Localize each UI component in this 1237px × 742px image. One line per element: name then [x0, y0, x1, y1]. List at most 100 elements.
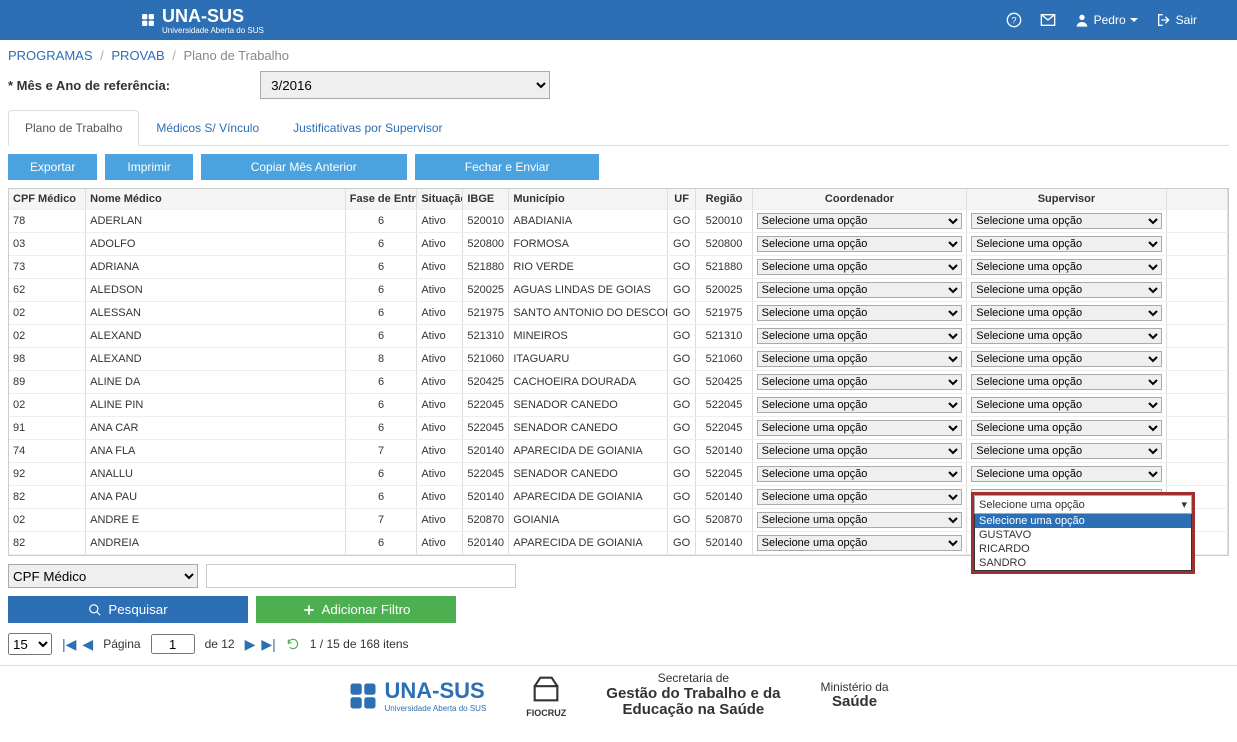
supervisor-option[interactable]: RICARDO	[975, 542, 1191, 556]
cell-sup: Selecione uma opção	[967, 463, 1166, 486]
supervisor-select[interactable]: Selecione uma opção	[971, 328, 1161, 344]
search-button[interactable]: Pesquisar	[8, 596, 248, 623]
supervisor-select[interactable]: Selecione uma opção	[971, 259, 1161, 275]
supervisor-option[interactable]: SANDRO	[975, 556, 1191, 570]
close-send-button[interactable]: Fechar e Enviar	[415, 154, 600, 180]
action-bar: Exportar Imprimir Copiar Mês Anterior Fe…	[0, 146, 1237, 188]
table-row: 89ALINE DA6Ativo520425CACHOEIRA DOURADAG…	[9, 371, 1228, 394]
breadcrumb-provab[interactable]: PROVAB	[111, 48, 164, 63]
coordenador-select[interactable]: Selecione uma opção	[757, 420, 963, 436]
cell-nome: ANA CAR	[86, 417, 346, 440]
cell-nome: ANALLU	[86, 463, 346, 486]
coordenador-select[interactable]: Selecione uma opção	[757, 259, 963, 275]
breadcrumb-programas[interactable]: PROGRAMAS	[8, 48, 93, 63]
filter-field-select[interactable]: CPF Médico	[8, 564, 198, 588]
supervisor-select[interactable]: Selecione uma opção	[971, 397, 1161, 413]
header-fase[interactable]: Fase de Entrada	[345, 189, 417, 210]
supervisor-select[interactable]: Selecione uma opção	[971, 374, 1161, 390]
coordenador-select[interactable]: Selecione uma opção	[757, 512, 963, 528]
user-name: Pedro	[1094, 13, 1126, 27]
supervisor-select-row13[interactable]: Selecione uma opção ▾	[974, 495, 1192, 514]
supervisor-option[interactable]: Selecione uma opção	[975, 514, 1191, 528]
cell-coord: Selecione uma opção	[752, 509, 967, 532]
cell-ibge: 521975	[463, 302, 509, 325]
cell-uf: GO	[667, 509, 696, 532]
cell-mun: APARECIDA DE GOIANIA	[509, 486, 667, 509]
table-row: 02ALINE PIN6Ativo522045SENADOR CANEDOGO5…	[9, 394, 1228, 417]
help-button[interactable]: ?	[1006, 12, 1022, 28]
supervisor-select[interactable]: Selecione uma opção	[971, 351, 1161, 367]
cell-sup: Selecione uma opção	[967, 417, 1166, 440]
coordenador-select[interactable]: Selecione uma opção	[757, 443, 963, 459]
cell-reg: 521310	[696, 325, 752, 348]
supervisor-select[interactable]: Selecione uma opção	[971, 420, 1161, 436]
table-row: 91ANA CAR6Ativo522045SENADOR CANEDOGO522…	[9, 417, 1228, 440]
coordenador-select[interactable]: Selecione uma opção	[757, 328, 963, 344]
last-page-button[interactable]: ▶|	[261, 636, 275, 653]
header-sit[interactable]: Situação	[417, 189, 463, 210]
table-row: 92ANALLU6Ativo522045SENADOR CANEDOGO5220…	[9, 463, 1228, 486]
reference-select[interactable]: 3/2016	[260, 71, 550, 99]
page-input[interactable]	[151, 634, 195, 654]
logout-label: Sair	[1176, 13, 1197, 27]
breadcrumb: PROGRAMAS / PROVAB / Plano de Trabalho	[0, 40, 1237, 67]
supervisor-select[interactable]: Selecione uma opção	[971, 443, 1161, 459]
brand-logo: UNA-SUS Universidade Aberta do SUS	[140, 6, 264, 35]
add-filter-button[interactable]: Adicionar Filtro	[256, 596, 456, 623]
supervisor-select[interactable]: Selecione uma opção	[971, 466, 1161, 482]
header-cpf[interactable]: CPF Médico	[9, 189, 86, 210]
supervisor-select[interactable]: Selecione uma opção	[971, 236, 1161, 252]
unasus-logo-icon	[348, 681, 378, 711]
header-reg[interactable]: Região	[696, 189, 752, 210]
cell-reg: 520870	[696, 509, 752, 532]
coordenador-select[interactable]: Selecione uma opção	[757, 535, 963, 551]
print-button[interactable]: Imprimir	[105, 154, 192, 180]
supervisor-select[interactable]: Selecione uma opção	[971, 213, 1161, 229]
tab-plano[interactable]: Plano de Trabalho	[8, 110, 139, 146]
next-page-button[interactable]: ▶	[245, 636, 256, 653]
cell-sup: Selecione uma opção	[967, 279, 1166, 302]
cell-uf: GO	[667, 348, 696, 371]
cell-fase: 6	[345, 210, 417, 233]
cell-mun: MINEIROS	[509, 325, 667, 348]
copy-prev-button[interactable]: Copiar Mês Anterior	[201, 154, 407, 180]
prev-page-button[interactable]: ◀	[82, 636, 93, 653]
page-size-select[interactable]: 15	[8, 633, 52, 655]
header-uf[interactable]: UF	[667, 189, 696, 210]
supervisor-select[interactable]: Selecione uma opção	[971, 282, 1161, 298]
logout-button[interactable]: Sair	[1156, 12, 1197, 28]
coordenador-select[interactable]: Selecione uma opção	[757, 466, 963, 482]
coordenador-select[interactable]: Selecione uma opção	[757, 305, 963, 321]
header-coord[interactable]: Coordenador	[752, 189, 967, 210]
header-sup[interactable]: Supervisor	[967, 189, 1166, 210]
header-ibge[interactable]: IBGE	[463, 189, 509, 210]
reference-row: * Mês e Ano de referência: 3/2016	[0, 67, 1237, 109]
tab-justificativas[interactable]: Justificativas por Supervisor	[276, 110, 459, 146]
coordenador-select[interactable]: Selecione uma opção	[757, 489, 963, 505]
coordenador-select[interactable]: Selecione uma opção	[757, 282, 963, 298]
supervisor-option[interactable]: GUSTAVO	[975, 528, 1191, 542]
filter-input[interactable]	[206, 564, 516, 588]
first-page-button[interactable]: |◀	[62, 636, 76, 653]
messages-button[interactable]	[1040, 12, 1056, 28]
cell-nome: ALEXAND	[86, 325, 346, 348]
coordenador-select[interactable]: Selecione uma opção	[757, 397, 963, 413]
svg-text:?: ?	[1011, 15, 1016, 25]
refresh-icon[interactable]	[286, 637, 300, 651]
cell-sup: Selecione uma opção	[967, 371, 1166, 394]
export-button[interactable]: Exportar	[8, 154, 97, 180]
coordenador-select[interactable]: Selecione uma opção	[757, 374, 963, 390]
coordenador-select[interactable]: Selecione uma opção	[757, 351, 963, 367]
header-mun[interactable]: Município	[509, 189, 667, 210]
tab-medicos[interactable]: Médicos S/ Vínculo	[139, 110, 276, 146]
cell-uf: GO	[667, 279, 696, 302]
supervisor-select[interactable]: Selecione uma opção	[971, 305, 1161, 321]
header-nome[interactable]: Nome Médico	[86, 189, 346, 210]
coordenador-select[interactable]: Selecione uma opção	[757, 236, 963, 252]
cell-ibge: 520025	[463, 279, 509, 302]
user-icon	[1074, 12, 1090, 28]
coordenador-select[interactable]: Selecione uma opção	[757, 213, 963, 229]
cell-cpf: 02	[9, 325, 86, 348]
user-menu[interactable]: Pedro	[1074, 12, 1138, 28]
reference-label: * Mês e Ano de referência:	[8, 78, 170, 93]
